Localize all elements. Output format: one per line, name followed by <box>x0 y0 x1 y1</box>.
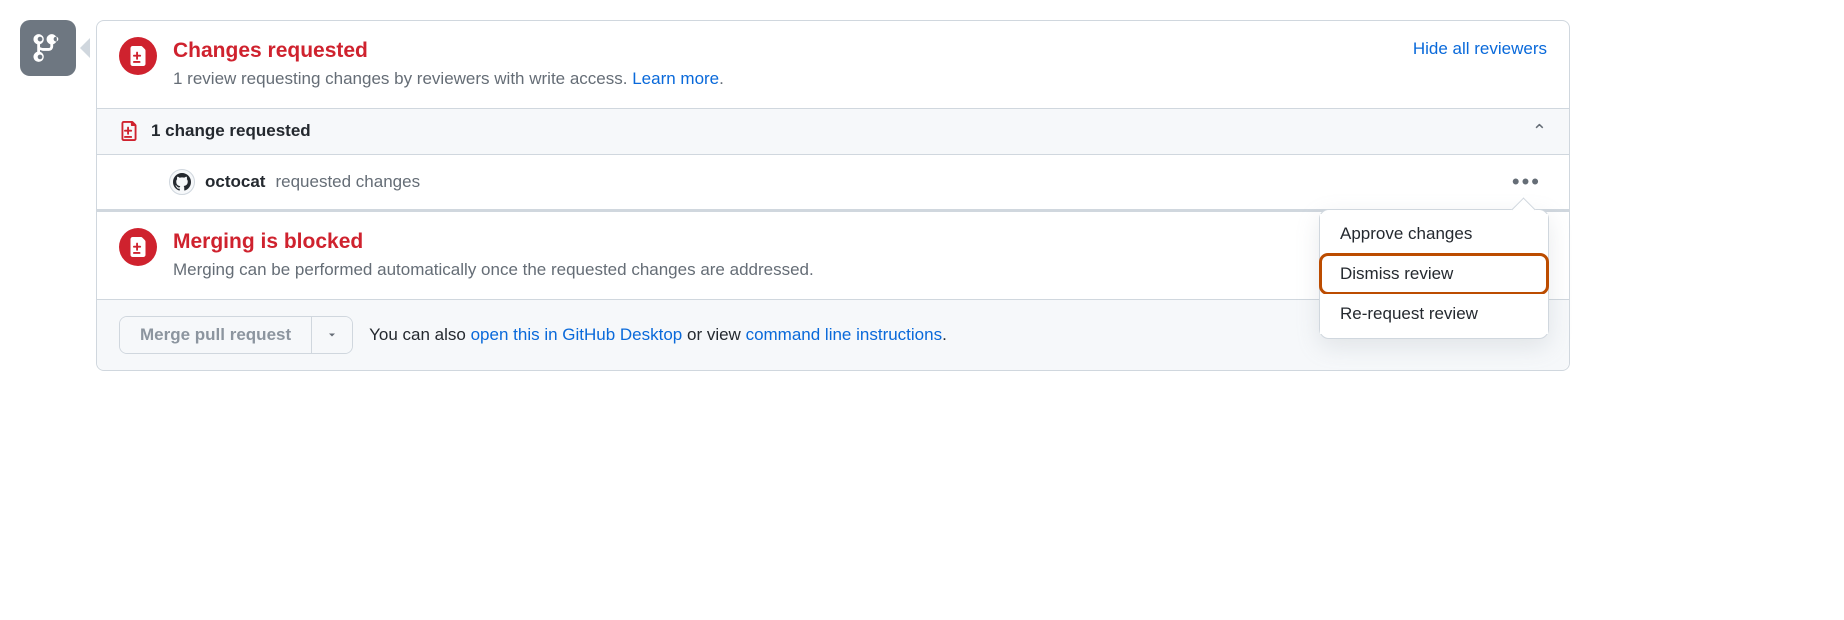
learn-more-link[interactable]: Learn more <box>632 69 719 88</box>
hide-all-reviewers-link[interactable]: Hide all reviewers <box>1413 39 1547 59</box>
reviewer-status: requested changes <box>275 172 420 192</box>
footer-suffix: . <box>942 325 947 344</box>
kebab-menu-icon[interactable]: ••• <box>1506 167 1547 197</box>
avatar[interactable] <box>169 169 195 195</box>
file-diff-small-icon <box>119 121 139 141</box>
file-diff-icon <box>128 46 148 66</box>
dismiss-review-item[interactable]: Dismiss review <box>1320 254 1548 294</box>
change-summary-bar[interactable]: 1 change requested ⌃ <box>97 108 1569 155</box>
merge-button-group: Merge pull request <box>119 316 353 354</box>
triangle-down-icon <box>326 329 338 341</box>
merge-dropdown-caret[interactable] <box>311 317 352 353</box>
file-diff-circle-icon <box>119 37 157 75</box>
approve-changes-item[interactable]: Approve changes <box>1320 214 1548 254</box>
git-branch-icon <box>33 33 63 63</box>
merge-pull-request-button[interactable]: Merge pull request <box>120 317 311 353</box>
octocat-avatar-icon <box>173 173 191 191</box>
re-request-review-item[interactable]: Re-request review <box>1320 294 1548 334</box>
open-desktop-link[interactable]: open this in GitHub Desktop <box>471 325 683 344</box>
subtitle-prefix: 1 review requesting changes by reviewers… <box>173 69 632 88</box>
change-count-label: 1 change requested <box>151 121 311 141</box>
git-branch-badge <box>20 20 76 76</box>
changes-requested-title: Changes requested <box>173 37 1547 64</box>
file-diff-icon <box>128 237 148 257</box>
reviewer-row: octocat requested changes ••• Approve ch… <box>97 155 1569 212</box>
changes-requested-section: Changes requested 1 review requesting ch… <box>97 21 1569 108</box>
reviewer-username[interactable]: octocat <box>205 172 265 192</box>
footer-prefix: You can also <box>369 325 470 344</box>
subtitle-suffix: . <box>719 69 724 88</box>
chevron-up-icon[interactable]: ⌃ <box>1532 121 1547 142</box>
footer-mid: or view <box>682 325 745 344</box>
merge-status-panel: Changes requested 1 review requesting ch… <box>96 20 1570 371</box>
command-line-link[interactable]: command line instructions <box>746 325 943 344</box>
review-actions-dropdown: Approve changes Dismiss review Re-reques… <box>1319 209 1549 339</box>
file-diff-circle-icon <box>119 228 157 266</box>
changes-requested-subtitle: 1 review requesting changes by reviewers… <box>173 66 1547 92</box>
footer-text: You can also open this in GitHub Desktop… <box>369 325 947 345</box>
